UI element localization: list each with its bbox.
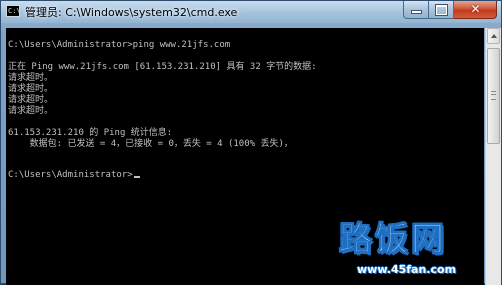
console-line: 请求超时。 (8, 106, 54, 116)
arrow-up-icon (491, 34, 497, 38)
maximize-icon (436, 5, 447, 15)
console-line: C:\Users\Administrator>ping www.21jfs.co… (8, 40, 231, 50)
maximize-button[interactable] (429, 1, 454, 19)
close-icon: ✕ (470, 2, 481, 16)
window-title: 管理员: C:\Windows\system32\cmd.exe (25, 6, 238, 19)
scroll-thumb[interactable] (487, 48, 500, 144)
cmd-icon-glyph: C:\ (8, 7, 21, 15)
cmd-window: C:\ 管理员: C:\Windows\system32\cmd.exe ✕ C… (0, 0, 502, 285)
title-bar[interactable]: C:\ 管理员: C:\Windows\system32\cmd.exe ✕ (1, 1, 501, 23)
grip-icon (491, 91, 496, 100)
text-cursor (133, 176, 140, 178)
watermark-logo: 路饭网 (339, 219, 447, 259)
minimize-icon (412, 11, 421, 13)
cmd-icon[interactable]: C:\ (6, 5, 21, 17)
console-line: 数据包: 已发送 = 4，已接收 = 0，丢失 = 4 (100% 丢失)， (8, 139, 293, 149)
scroll-up-button[interactable] (487, 28, 500, 44)
close-button[interactable]: ✕ (454, 1, 497, 19)
caption-buttons: ✕ (403, 1, 497, 19)
site-watermark: 路饭网 www.45fan.com (339, 219, 502, 285)
console-prompt-line[interactable]: C:\Users\Administrator> (8, 169, 140, 181)
console-prompt: C:\Users\Administrator> (8, 170, 133, 180)
watermark-url: www.45fan.com (357, 263, 457, 276)
console-line: 正在 Ping www.21jfs.com [61.153.231.210] 具… (8, 62, 317, 72)
minimize-button[interactable] (403, 1, 429, 19)
